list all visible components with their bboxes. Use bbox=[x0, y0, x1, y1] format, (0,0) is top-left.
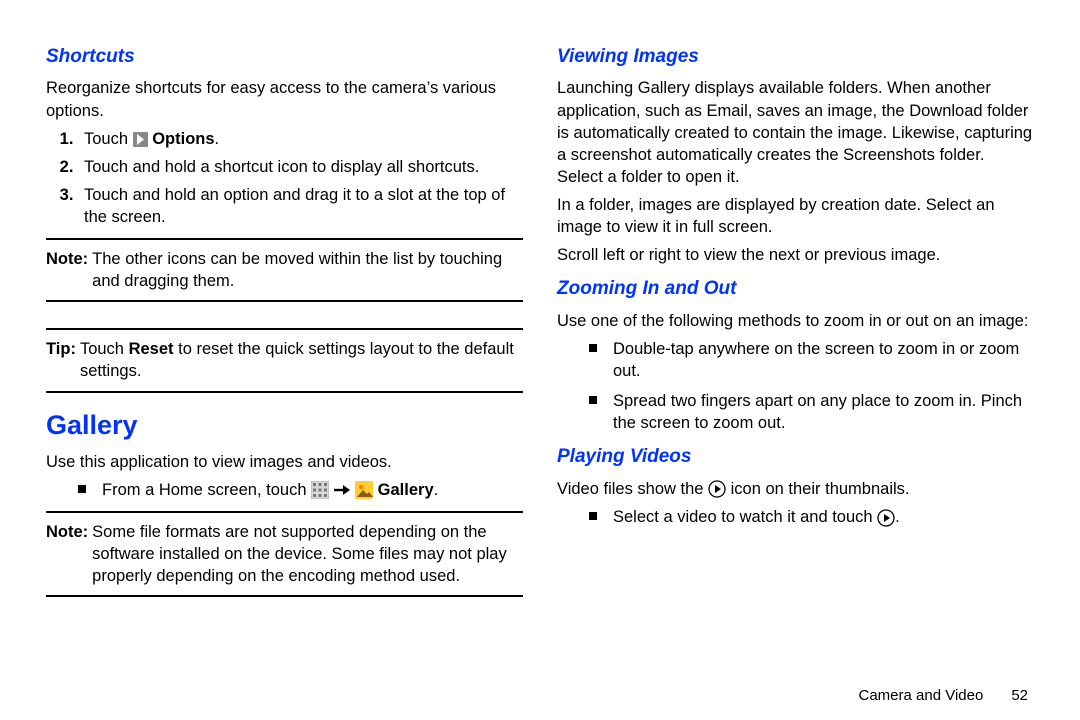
divider bbox=[46, 328, 523, 330]
play-intro-post: icon on their thumbnails. bbox=[726, 480, 909, 498]
step-2: Touch and hold a shortcut icon to displa… bbox=[78, 156, 523, 178]
viewing-p1: Launching Gallery displays available fol… bbox=[557, 77, 1034, 188]
footer-section: Camera and Video bbox=[859, 687, 984, 704]
heading-shortcuts: Shortcuts bbox=[46, 44, 523, 69]
step1-options-label: Options bbox=[152, 130, 214, 148]
tip-block: Tip: Touch Reset to reset the quick sett… bbox=[46, 338, 523, 382]
tip-label: Tip: bbox=[46, 338, 80, 382]
gallery-bullet-1: From a Home screen, touch bbox=[78, 479, 523, 501]
shortcuts-steps: Touch Options. Touch and hold a shortcut… bbox=[46, 128, 523, 228]
gallery-app-icon bbox=[355, 481, 373, 499]
gallery-note-block: Note: Some file formats are not supporte… bbox=[46, 521, 523, 587]
pb1-post: . bbox=[895, 508, 900, 526]
heading-gallery: Gallery bbox=[46, 407, 523, 443]
gallery-note-label: Note: bbox=[46, 521, 92, 587]
play-circle-icon bbox=[877, 509, 895, 527]
gallery-bullets: From a Home screen, touch bbox=[46, 479, 523, 501]
divider bbox=[46, 511, 523, 513]
play-bullets: Select a video to watch it and touch . bbox=[557, 506, 1034, 528]
note-block: Note: The other icons can be moved withi… bbox=[46, 248, 523, 292]
tip-body: Touch Reset to reset the quick settings … bbox=[80, 338, 523, 382]
gallery-intro: Use this application to view images and … bbox=[46, 451, 523, 473]
zoom-bullet-1: Double-tap anywhere on the screen to zoo… bbox=[589, 338, 1034, 382]
play-bullet-1: Select a video to watch it and touch . bbox=[589, 506, 1034, 528]
gb1-pre: From a Home screen, touch bbox=[102, 481, 311, 499]
divider bbox=[46, 391, 523, 393]
step1-post: . bbox=[215, 130, 220, 148]
viewing-p2: In a folder, images are displayed by cre… bbox=[557, 194, 1034, 238]
heading-playing-videos: Playing Videos bbox=[557, 444, 1034, 469]
shortcuts-intro: Reorganize shortcuts for easy access to … bbox=[46, 77, 523, 121]
divider bbox=[46, 300, 523, 302]
gb1-post: . bbox=[434, 481, 439, 499]
note-body: The other icons can be moved within the … bbox=[92, 248, 523, 292]
play-intro: Video files show the icon on their thumb… bbox=[557, 478, 1034, 500]
step-3: Touch and hold an option and drag it to … bbox=[78, 184, 523, 228]
play-intro-pre: Video files show the bbox=[557, 480, 708, 498]
pb1-pre: Select a video to watch it and touch bbox=[613, 508, 877, 526]
chevron-right-icon bbox=[133, 132, 148, 147]
note-label: Note: bbox=[46, 248, 92, 292]
gb1-bold: Gallery bbox=[378, 481, 434, 499]
step-1: Touch Options. bbox=[78, 128, 523, 150]
tip-reset-label: Reset bbox=[129, 340, 174, 358]
viewing-p3: Scroll left or right to view the next or… bbox=[557, 244, 1034, 266]
apps-grid-icon bbox=[311, 481, 329, 499]
divider bbox=[46, 595, 523, 597]
zoom-intro: Use one of the following methods to zoom… bbox=[557, 310, 1034, 332]
gallery-note-body: Some file formats are not supported depe… bbox=[92, 521, 523, 587]
footer-page-number: 52 bbox=[1011, 687, 1028, 704]
tip-pre: Touch bbox=[80, 340, 129, 358]
zoom-bullets: Double-tap anywhere on the screen to zoo… bbox=[557, 338, 1034, 434]
page-footer: Camera and Video 52 bbox=[859, 687, 1029, 704]
heading-zooming: Zooming In and Out bbox=[557, 276, 1034, 301]
divider bbox=[46, 238, 523, 240]
step1-pre: Touch bbox=[84, 130, 133, 148]
arrow-right-icon bbox=[333, 483, 351, 497]
play-circle-icon bbox=[708, 480, 726, 498]
zoom-bullet-2: Spread two fingers apart on any place to… bbox=[589, 390, 1034, 434]
heading-viewing-images: Viewing Images bbox=[557, 44, 1034, 69]
